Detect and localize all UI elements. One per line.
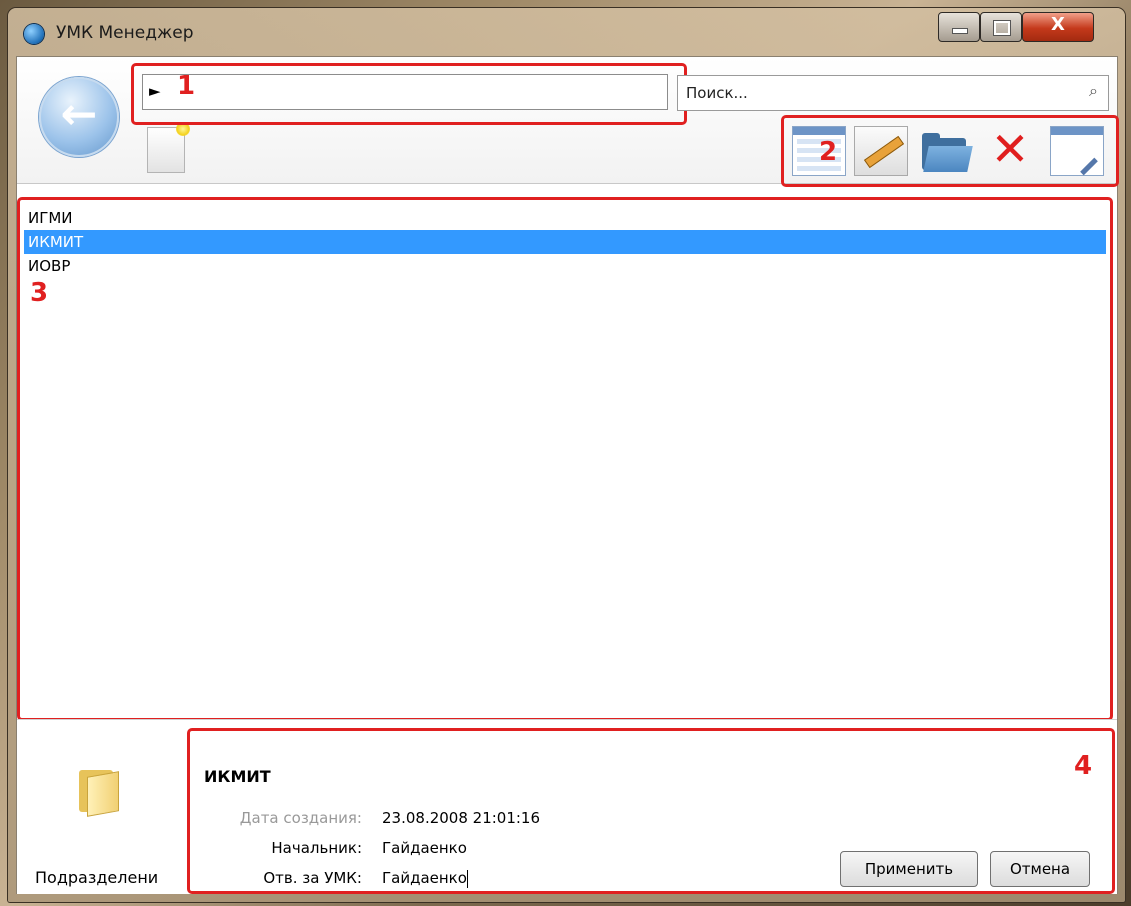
table-icon[interactable]: 2 [792, 126, 846, 176]
unit-list[interactable]: ИГМИ ИКМИТ ИОВР 3 [24, 206, 1106, 308]
responsible-field[interactable]: Гайдаенко [382, 869, 468, 888]
annotation-box-3: ИГМИ ИКМИТ ИОВР 3 [17, 197, 1113, 721]
search-icon[interactable]: ⌕ [1089, 81, 1098, 101]
created-value: 23.08.2008 21:01:16 [382, 809, 541, 827]
list-item-selected[interactable]: ИКМИТ [24, 230, 1106, 254]
responsible-value: Гайдаенко [382, 869, 467, 887]
created-label: Дата создания: [239, 809, 362, 827]
search-box[interactable]: ⌕ [677, 75, 1109, 111]
breadcrumb-arrow-icon[interactable]: ► [149, 82, 161, 100]
annotation-label-4: 4 [1074, 751, 1093, 781]
new-document-icon[interactable] [147, 122, 190, 173]
properties-icon-header [1051, 127, 1103, 135]
annotation-box-2: 2 ✕ [781, 115, 1119, 187]
delete-icon[interactable]: ✕ [984, 126, 1036, 174]
edit-icon[interactable] [854, 126, 908, 176]
breadcrumb[interactable]: ► 1 [142, 71, 668, 110]
close-icon: X [1051, 14, 1065, 35]
head-label: Начальник: [271, 839, 362, 857]
search-input[interactable] [684, 80, 1068, 106]
folder-icon [79, 764, 119, 817]
apply-button[interactable]: Применить [840, 851, 978, 887]
open-folder-icon[interactable] [918, 126, 973, 174]
head-field[interactable]: Гайдаенко [382, 839, 467, 857]
minimize-button[interactable] [938, 12, 980, 42]
details-panel: Подразделени 4 ИКМИТ Дата создания: 23.0… [17, 719, 1117, 894]
client-area: ← ► 1 ⌕ 2 [16, 56, 1119, 894]
annotation-label-1: 1 [177, 71, 196, 101]
annotation-box-1: ► 1 [131, 63, 687, 125]
maximize-icon [993, 20, 1011, 36]
folder-front [923, 146, 973, 172]
properties-icon[interactable] [1050, 126, 1104, 176]
table-icon-header [793, 127, 845, 135]
app-window: УМК Менеджер X ← ► 1 ⌕ [8, 8, 1125, 902]
folder-icon-front [87, 771, 119, 817]
properties-pen-icon [1080, 157, 1098, 176]
text-caret [466, 869, 468, 888]
back-arrow-icon: ← [60, 89, 98, 140]
folder-caption: Подразделени [35, 868, 159, 887]
annotation-label-2: 2 [819, 137, 838, 167]
back-button[interactable]: ← [39, 77, 119, 157]
pencil-icon [863, 135, 905, 169]
close-button[interactable]: X [1022, 12, 1094, 42]
list-item[interactable]: ИОВР [24, 254, 1106, 278]
window-title: УМК Менеджер [56, 23, 194, 43]
cancel-button[interactable]: Отмена [990, 851, 1090, 887]
minimize-icon [952, 28, 968, 34]
title-bar[interactable]: УМК Менеджер X [8, 8, 1125, 56]
app-icon [24, 24, 44, 44]
annotation-box-4: 4 ИКМИТ Дата создания: 23.08.2008 21:01:… [187, 728, 1115, 894]
list-item[interactable]: ИГМИ [24, 206, 1106, 230]
responsible-label: Отв. за УМК: [263, 869, 362, 887]
maximize-button[interactable] [980, 12, 1022, 42]
annotation-label-3: 3 [30, 278, 49, 308]
toolbar-area: ← ► 1 ⌕ 2 [17, 57, 1119, 187]
details-title: ИКМИТ [204, 767, 271, 786]
